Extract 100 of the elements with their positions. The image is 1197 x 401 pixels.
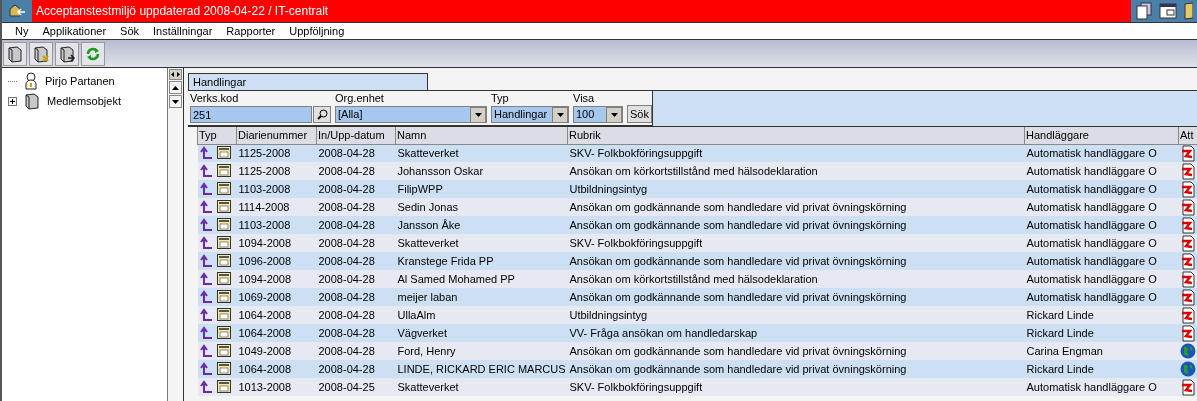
dropdown-field[interactable]: [Alla] [335,106,487,123]
table-row[interactable]: 1064-2008 2008-04-28 LINDE, RICKARD ERIC MARCUS Ansökan om godkännande som handledare vid privat övningskörning Rickard Linde [197,360,1197,378]
table-row[interactable]: 1064-2008 2008-04-28 Vägverket VV- Fråga ansökan om handledarskap Rickard Linde [197,324,1197,342]
column-header[interactable]: Typ [197,127,237,144]
table-cell: Automatisk handläggare O [1024,180,1179,198]
window-layout-icon[interactable] [1159,3,1177,19]
table-cell: 2008-04-28 [316,306,396,324]
menu-item[interactable]: Uppföljning [282,22,352,40]
expand-icon[interactable] [8,96,17,106]
table-cell: Vägverket [395,324,568,342]
table-row[interactable]: 1094-2008 2008-04-28 Al Samed Mohamed PP Ansökan om körkortstillstånd med hälsodeklaration Automatisk handläggare O [197,270,1197,288]
column-header[interactable]: Handläggare [1024,127,1179,144]
scroll-down-button[interactable] [169,95,182,108]
document-icon [1179,198,1196,216]
document-icon [1179,270,1196,288]
menu-item[interactable]: Sök [113,22,146,40]
window-icon [216,254,232,268]
table-cell: 2008-04-28 [316,288,396,306]
window-icon [216,164,232,178]
dropdown-button[interactable] [606,106,622,123]
table-row[interactable]: 1096-2008 2008-04-28 Kranstege Frida PP Ansökan om godkännande som handledare vid privat övningskörning Automatisk handläggare O [197,252,1197,270]
table-cell: SKV- Folkbokföringsuppgift [567,144,1025,162]
search-button[interactable] [313,106,331,123]
column-header[interactable]: Namn [395,127,568,144]
tree-item[interactable]: Pirjo Partanen [2,71,167,91]
table-cell: Rickard Linde [1024,324,1179,342]
table-cell: Automatisk handläggare O [1024,378,1179,396]
table-cell: Carina Engman [1024,342,1179,360]
table-row[interactable]: 1013-2008 2008-04-25 Skatteverket SKV- Folkbokföringsuppgift Automatisk handläggare O [197,378,1197,396]
dropdown-button[interactable] [470,106,486,123]
column-header[interactable]: In/Upp-datum [316,127,396,144]
table-row[interactable]: 1094-2008 2008-04-28 Skatteverket SKV- Folkbokföringsuppgift Automatisk handläggare O [197,234,1197,252]
menu-item[interactable]: Applikationer [35,22,114,40]
up-icon [172,85,179,90]
table-cell: 1064-2008 [236,306,317,324]
tree-item[interactable]: Medlemsobjekt [2,91,167,111]
table-cell: LINDE, RICKARD ERIC MARCUS [395,360,568,378]
table-row[interactable]: 1114-2008 2008-04-28 Sedin Jonas Ansökan om godkännande som handledare vid privat övningskörning Automatisk handläggare O [197,198,1197,216]
globe-icon [1179,343,1196,359]
table-cell: Ansökan om godkännande som handledare vid privat övningskörning [567,198,1025,216]
menu-item[interactable]: Inställningar [146,22,220,40]
scroll-icon[interactable] [1183,2,1193,20]
table-cell: Skatteverket [395,378,568,396]
tab[interactable]: Handlingar [188,73,428,90]
window-icon [216,290,232,304]
arrow-icon [199,218,214,232]
table-cell: Utbildningsintyg [567,180,1025,198]
column-header[interactable]: Diarienummer [236,127,317,144]
table-cell: Automatisk handläggare O [1024,252,1179,270]
field-label: Typ [491,90,510,106]
column-header[interactable]: Rubrik [567,127,1025,144]
window-icon [216,182,232,196]
down-icon [172,99,179,104]
table-row[interactable]: 1125-2008 2008-04-28 Johansson Oskar Ansökan om körkortstillstånd med hälsodeklaration Automatisk handläggare O [197,162,1197,180]
field-label: Visa [573,90,596,106]
search-submit-button[interactable]: Sök [627,105,652,123]
globe-icon [1179,361,1196,377]
table-cell: 1114-2008 [236,198,317,216]
menu-item[interactable]: Ny [2,22,36,40]
dropdown-field[interactable]: Handlingar [491,106,569,123]
window-icon [216,326,232,340]
table-cell: SKV- Folkbokföringsuppgift [567,378,1025,396]
table-cell: Utbildningsintyg [567,306,1025,324]
table-cell: Rickard Linde [1024,306,1179,324]
caret-icon [556,112,564,117]
table-cell: 2008-04-28 [316,216,396,234]
table-row[interactable]: 1103-2008 2008-04-28 FilipWPP Utbildningsintyg Automatisk handläggare O [197,180,1197,198]
scroll-up-button[interactable] [169,81,182,94]
table-cell: 1125-2008 [236,162,317,180]
table-row[interactable]: 1049-2008 2008-04-28 Ford, Henry Ansökan om godkännande som handledare vid privat övningskörning Carina Engman [197,342,1197,360]
arrow-icon [199,326,214,340]
table-row[interactable]: 1103-2008 2008-04-28 Jansson Åke Ansökan om godkännande som handledare vid privat övningskörning Automatisk handläggare O [197,216,1197,234]
window-icon [216,362,232,376]
toolbar-button[interactable] [29,41,53,66]
person-icon [23,72,39,90]
document-icon [1179,180,1196,198]
documents-icon[interactable] [1135,2,1153,20]
dropdown-button[interactable] [552,106,568,123]
table-row[interactable]: 1064-2008 2008-04-28 UllaAlm Utbildningsintyg Rickard Linde [197,306,1197,324]
window-icon [216,308,232,322]
table-row[interactable]: 1069-2008 2008-04-28 meijer laban Ansökan om godkännande som handledare vid privat övningskörning Automatisk handläggare O [197,288,1197,306]
table-cell: Ansökan om godkännande som handledare vid privat övningskörning [567,216,1025,234]
field-label: Verks.kod [190,90,240,106]
table-cell: Jansson Åke [395,216,568,234]
menu-item[interactable]: Rapporter [219,22,283,40]
arrow-icon [199,362,214,376]
table-cell: SKV- Folkbokföringsuppgift [567,234,1025,252]
toolbar-button[interactable] [3,41,27,66]
table-cell: 2008-04-28 [316,324,396,342]
document-icon [1179,306,1196,324]
document-icon [1179,324,1196,342]
left-right-icon [171,72,180,77]
toolbar-button[interactable] [55,41,79,66]
verks-kod-field[interactable]: 251 [190,106,312,123]
caret-icon [610,112,618,117]
table-cell: Ansökan om körkortstillstånd med hälsodeklaration [567,270,1025,288]
dropdown-field[interactable]: 100 [573,106,623,123]
collapse-button[interactable] [169,69,182,80]
table-cell: VV- Fråga ansökan om handledarskap [567,324,1025,342]
table-cell: Automatisk handläggare O [1024,144,1179,162]
